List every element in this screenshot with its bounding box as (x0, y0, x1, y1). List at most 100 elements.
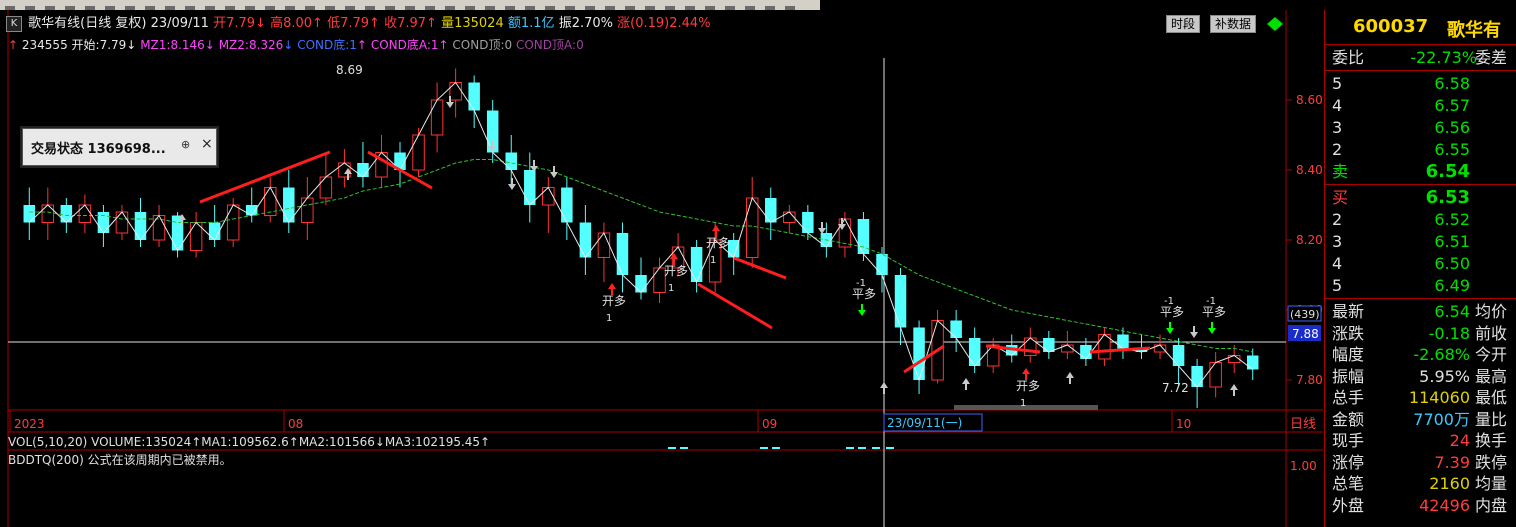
stat-row: 幅度 -2.68% 今开 (1325, 344, 1516, 366)
candle-body (412, 134, 425, 171)
buy-level-row: 4 6.50 (1325, 253, 1516, 275)
volume-bar-tip (760, 447, 768, 449)
order-ratio-row: 委比 -22.73% 委差 (1325, 47, 1516, 69)
row-value: 6.52 (1434, 210, 1470, 229)
y-tick-label: 8.40 (1296, 163, 1323, 177)
row-label: 幅度 (1332, 345, 1365, 364)
row-right-label: 均价 (1475, 302, 1508, 321)
ind-cond-ding: COND顶:0 (452, 38, 513, 52)
open-value: 开7.79 (213, 16, 256, 31)
candle-body (745, 197, 759, 258)
x-tick-label: 2023 (14, 417, 45, 431)
row-label: 涨停 (1332, 452, 1365, 472)
stat-row: 振幅 5.95% 最高 (1325, 366, 1516, 388)
quote-panel: 600037 歌华有 委比 -22.73% 委差 5 6.58 4 6.57 3 6.56… (1324, 10, 1516, 527)
indicator-line: ↑ 234555 开始:7.79↓ MZ1:8.146↓ MZ2:8.326↓ … (8, 38, 584, 52)
diff-label: 委差 (1475, 48, 1508, 67)
candle-body (468, 82, 480, 111)
period-label: 日线 (1290, 417, 1316, 432)
buy-level-row: 3 6.51 (1325, 231, 1516, 253)
bddtq-line: BDDTQ(200) 公式在该周期内已被禁用。 (8, 453, 232, 467)
row-right-label: 均量 (1475, 474, 1508, 493)
row-right-label: 最高 (1475, 366, 1508, 386)
close-long-label: 平多 (852, 287, 876, 301)
row-value: 7.39 (1434, 452, 1470, 472)
row-value: 6.54 (1425, 161, 1470, 182)
candle-body (876, 254, 888, 275)
candle-body (765, 198, 777, 223)
row-value: 6.54 (1434, 302, 1470, 321)
close-icon[interactable]: × (201, 136, 213, 152)
volume-bar-tip (846, 447, 854, 449)
row-label: 3 (1332, 232, 1343, 251)
stat-row: 最新 6.54 均价 (1325, 301, 1516, 323)
row-label: 3 (1332, 118, 1343, 137)
candle-body (134, 212, 147, 240)
stat-row: 金额 7700万 量比 (1325, 409, 1516, 431)
candle-body (635, 275, 647, 293)
sell-level-row: 4 6.57 (1325, 95, 1516, 117)
candle-body (524, 170, 536, 205)
y-tick-label: 7.80 (1296, 373, 1323, 387)
volume-bar-tip (680, 447, 688, 449)
signal-count-label: 1 (668, 283, 674, 294)
signal-count-label: 1 (710, 255, 716, 266)
volume-bar-tip (772, 447, 780, 449)
kline-button[interactable]: K (6, 15, 22, 32)
open-long-label: 开多 (1016, 379, 1040, 393)
diamond-icon[interactable] (1266, 16, 1284, 32)
amount-value: 额1.1亿 (507, 16, 555, 31)
cursor-price: 7.88 (1292, 327, 1319, 341)
low-value: 低7.79 (327, 16, 370, 31)
supplement-data-button[interactable]: 补数据 (1210, 15, 1257, 33)
chart-title-bar: K 歌华有线(日线 复权) 23/09/11 开7.79↓ 高8.00↑ 低7.… (6, 14, 711, 34)
candle-body (226, 204, 240, 241)
volume-bar-tip (872, 447, 880, 449)
row-value: -2.68% (1413, 345, 1470, 364)
title-date: 23/09/11 (150, 16, 209, 31)
candle-body (561, 187, 573, 223)
cursor-date: 23/09/11(一) (887, 416, 962, 430)
change-value: 涨(0.19)2.44% (617, 16, 711, 31)
close-long-label: 平多 (1160, 305, 1184, 319)
stock-title: 歌华有线(日线 复权) (28, 16, 147, 31)
row-label: 5 (1332, 74, 1343, 93)
trade-status-popup[interactable]: 交易状态 1369698... ⊕ × (22, 128, 217, 166)
row-value: 2160 (1429, 474, 1470, 493)
row-right-label: 前收 (1475, 323, 1508, 343)
stat-row: 涨跌 -0.18 前收 (1325, 323, 1516, 345)
volume-bar-tip (886, 447, 894, 449)
sell-level-row: 卖 6.54 (1325, 161, 1516, 183)
low-mark-label: 7.72 (1162, 381, 1189, 395)
sell-level-row: 5 6.58 (1325, 73, 1516, 95)
signal-count-label: -1 (1164, 296, 1174, 307)
candle-body (690, 247, 703, 282)
volume-value: 量135024 (441, 16, 504, 31)
ind-cond-di: COND底:1 (297, 38, 357, 52)
high-value: 高8.00 (270, 16, 313, 31)
stat-row: 涨停 7.39 跌停 (1325, 452, 1516, 474)
x-tick-label: 10 (1176, 417, 1191, 431)
pin-icon[interactable]: ⊕ (181, 138, 190, 151)
row-label: 4 (1332, 254, 1343, 273)
candle-body (357, 163, 369, 177)
row-label: 外盘 (1332, 495, 1365, 515)
row-right-label: 量比 (1475, 409, 1508, 429)
stat-row: 外盘 42496 内盘 (1325, 495, 1516, 517)
row-right-label: 今开 (1475, 345, 1508, 364)
candle-body (950, 320, 962, 338)
close-value: 收7.97 (384, 16, 427, 31)
candle-body (1172, 345, 1185, 366)
row-label: 金额 (1332, 409, 1365, 429)
close-long-label: 平多 (1202, 305, 1226, 319)
signal-count-label: 1 (606, 313, 612, 324)
buy-level-row: 买 6.53 (1325, 187, 1516, 209)
candle-body (1080, 345, 1092, 359)
period-button[interactable]: 时段 (1166, 15, 1201, 33)
stat-row: 总笔 2160 均量 (1325, 473, 1516, 495)
row-value: 6.58 (1434, 74, 1470, 93)
row-label: 2 (1332, 140, 1343, 159)
row-label: 现手 (1332, 431, 1365, 450)
candle-body (597, 232, 611, 258)
row-value: 6.49 (1434, 276, 1470, 295)
